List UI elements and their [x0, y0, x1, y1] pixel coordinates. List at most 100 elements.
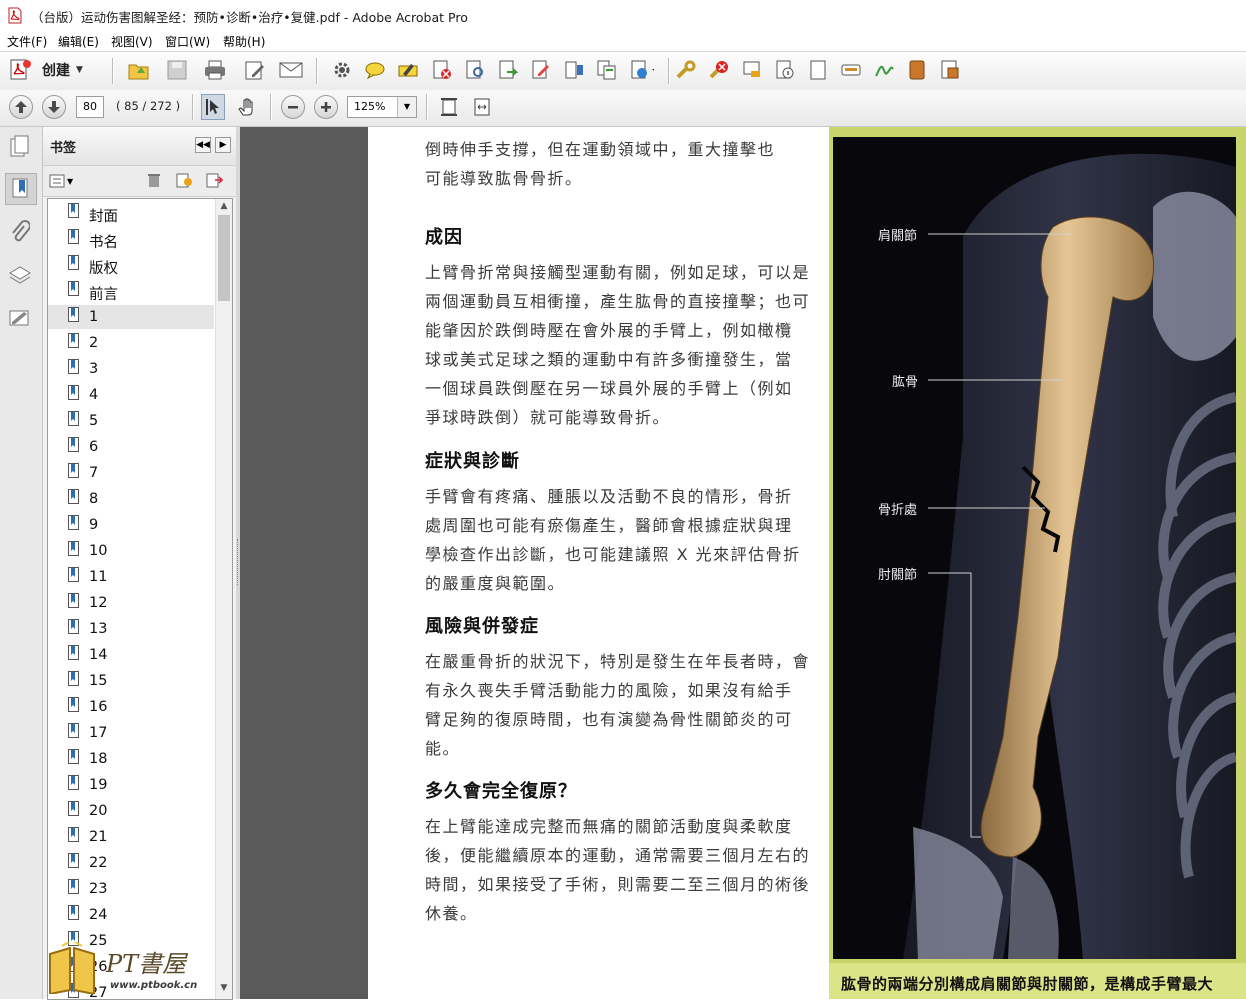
menu-help[interactable]: 帮助(H) — [223, 33, 265, 50]
bookmark-item[interactable]: 11 — [48, 565, 214, 589]
comment-button[interactable] — [363, 58, 387, 82]
scrollbar-thumb[interactable] — [218, 215, 230, 301]
organize-button[interactable] — [562, 58, 586, 82]
more-tools-button[interactable] — [938, 58, 962, 82]
edit-button[interactable] — [243, 58, 267, 82]
bookmark-item[interactable]: 4 — [48, 383, 214, 407]
body-line: 倒時伸手支撐，但在運動領域中，重大撞擊也 — [425, 140, 776, 159]
combine-button[interactable] — [595, 58, 619, 82]
zoom-out-button[interactable] — [281, 95, 305, 119]
bookmark-item[interactable]: 1 — [48, 305, 214, 329]
delete-bookmark-button[interactable] — [146, 172, 164, 190]
bookmark-item[interactable]: 22 — [48, 851, 214, 875]
export-icon — [499, 60, 519, 79]
open-button[interactable] — [127, 58, 151, 82]
bookmarks-scrollbar[interactable]: ▲ ▼ — [215, 199, 232, 999]
delete-page-button[interactable] — [430, 58, 454, 82]
create-button[interactable]: 创建 ▼ — [8, 57, 98, 83]
scroll-up-arrow-icon[interactable]: ▲ — [218, 201, 230, 213]
bookmark-item[interactable]: 18 — [48, 747, 214, 771]
menu-edit[interactable]: 编辑(E) — [58, 33, 99, 50]
zoom-select[interactable]: 125% ▼ — [347, 96, 417, 118]
scan-button[interactable] — [463, 58, 487, 82]
bookmark-item[interactable]: 16 — [48, 695, 214, 719]
bookmark-item[interactable]: 版权 — [48, 253, 214, 277]
bookmark-item[interactable]: 7 — [48, 461, 214, 485]
bookmark-item[interactable]: 8 — [48, 487, 214, 511]
section-heading: 多久會完全復原？ — [425, 781, 577, 802]
menu-window[interactable]: 窗口(W) — [165, 33, 210, 50]
next-page-button[interactable] — [42, 95, 66, 119]
fit-page-button[interactable] — [437, 95, 461, 119]
page-button[interactable] — [806, 58, 830, 82]
bookmark-item[interactable]: 封面 — [48, 201, 214, 225]
bookmark-item[interactable]: 15 — [48, 669, 214, 693]
expand-bookmark-button[interactable] — [205, 172, 224, 190]
print-button[interactable] — [203, 58, 227, 82]
body-line: 臂足夠的復原時間，也有演變為骨性關節炎的可 — [425, 710, 793, 729]
select-tool-button[interactable] — [201, 94, 225, 120]
bookmark-item[interactable]: 9 — [48, 513, 214, 537]
hand-tool-button[interactable] — [235, 95, 259, 119]
book-icon — [909, 60, 925, 80]
email-button[interactable] — [279, 58, 303, 82]
new-bookmark-button[interactable] — [175, 172, 193, 190]
page-thumbnails-button[interactable] — [5, 132, 35, 162]
bookmark-item[interactable]: 24 — [48, 903, 214, 927]
page-number-input[interactable]: 80 — [76, 96, 104, 118]
toolbar-separator — [316, 58, 318, 84]
info-button[interactable] — [773, 58, 797, 82]
bookmark-item[interactable]: 19 — [48, 773, 214, 797]
bookmark-item[interactable]: 2 — [48, 331, 214, 355]
body-line: 能肇因於跌倒時壓在會外展的手臂上，例如橄欖 — [425, 321, 793, 340]
bookmark-item[interactable]: 12 — [48, 591, 214, 615]
highlight-button[interactable] — [396, 58, 420, 82]
secure-button[interactable] — [674, 58, 698, 82]
save-button[interactable] — [165, 58, 189, 82]
signature-icon — [9, 310, 29, 326]
settings-button[interactable] — [330, 58, 354, 82]
bookmark-item[interactable]: 14 — [48, 643, 214, 667]
bookmark-icon — [68, 333, 79, 348]
menu-file[interactable]: 文件(F) — [7, 33, 47, 50]
fit-width-button[interactable] — [470, 95, 494, 119]
bookmark-item[interactable]: 23 — [48, 877, 214, 901]
zoom-in-button[interactable] — [314, 95, 338, 119]
previous-page-button[interactable] — [9, 95, 33, 119]
bookmark-label: 13 — [89, 621, 108, 637]
bookmark-label: 7 — [89, 465, 99, 481]
stamp-button[interactable] — [740, 58, 764, 82]
panel-options-button[interactable]: ▶ — [215, 137, 231, 153]
bookmark-item[interactable]: 前言 — [48, 279, 214, 303]
bookmark-options-button[interactable]: ▼ — [49, 172, 77, 190]
sign-button[interactable] — [872, 58, 896, 82]
bookmark-item[interactable]: 3 — [48, 357, 214, 381]
body-line: 在嚴重骨折的狀況下，特別是發生在年長者時，會 — [425, 652, 811, 671]
form-button[interactable] — [529, 58, 553, 82]
bookmark-item[interactable]: 10 — [48, 539, 214, 563]
bookmark-label: 14 — [89, 647, 108, 663]
collapse-panel-button[interactable]: ◀◀ — [195, 137, 211, 153]
share-button[interactable] — [630, 58, 654, 82]
bookmark-item[interactable]: 21 — [48, 825, 214, 849]
attachments-button[interactable] — [5, 217, 35, 247]
bookmark-item[interactable]: 13 — [48, 617, 214, 641]
signatures-button[interactable] — [5, 303, 35, 333]
bookmark-item[interactable]: 17 — [48, 721, 214, 745]
bookmarks-button[interactable] — [5, 173, 37, 205]
bookmark-label: 3 — [89, 361, 99, 377]
remove-security-button[interactable] — [707, 58, 731, 82]
bookmark-item[interactable]: 20 — [48, 799, 214, 823]
bookmark-item[interactable]: 5 — [48, 409, 214, 433]
body-line: 處周圍也可能有瘀傷產生，醫師會根據症狀與理 — [425, 516, 793, 535]
bookmark-item[interactable]: 6 — [48, 435, 214, 459]
redact-button[interactable] — [839, 58, 863, 82]
combine-icon — [597, 60, 616, 80]
scroll-down-arrow-icon[interactable]: ▼ — [218, 983, 230, 995]
export-button[interactable] — [496, 58, 520, 82]
book-button[interactable] — [905, 58, 929, 82]
menu-view[interactable]: 视图(V) — [111, 33, 153, 50]
bookmark-item[interactable]: 书名 — [48, 227, 214, 251]
layers-button[interactable] — [5, 260, 35, 290]
bookmark-label: 12 — [89, 595, 108, 611]
